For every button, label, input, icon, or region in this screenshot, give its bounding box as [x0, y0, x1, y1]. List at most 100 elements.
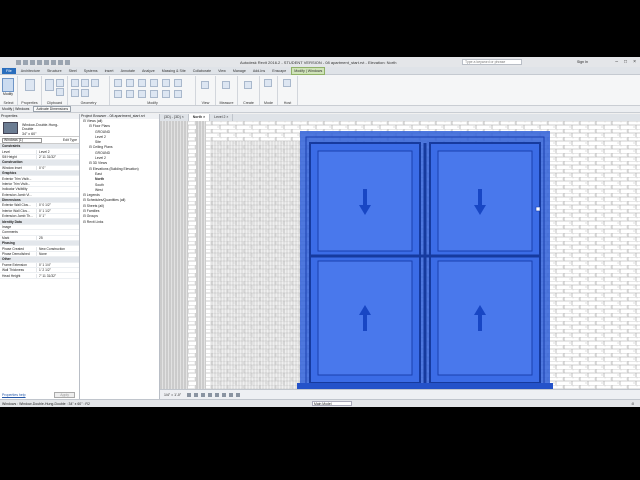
type-selector[interactable]: Window-Double-Hung- Double 34" x 60": [0, 119, 79, 137]
property-value[interactable]: None: [36, 252, 79, 256]
view-tab[interactable]: Level 2 ×: [210, 114, 234, 121]
property-value[interactable]: 7' 11 31/32": [36, 273, 79, 278]
selected-window[interactable]: [297, 131, 553, 389]
tab-analyze[interactable]: Analyze: [140, 68, 157, 74]
property-value[interactable]: 0' 1 1/4": [36, 262, 79, 267]
tab-file[interactable]: File: [2, 67, 16, 74]
move-icon[interactable]: [114, 90, 122, 98]
close-icon[interactable]: ×: [633, 59, 636, 65]
show-crop-icon[interactable]: [222, 392, 227, 397]
search-input[interactable]: Type a keyword or phrase: [462, 59, 522, 65]
tab-view[interactable]: View: [216, 68, 228, 74]
wall-edge: [160, 121, 188, 389]
clipboard-panel-label: Clipboard: [46, 101, 63, 105]
cut-icon[interactable]: [56, 79, 64, 87]
property-value[interactable]: 0' 1 1/2": [36, 208, 79, 213]
paste-icon[interactable]: [45, 79, 54, 91]
split-face-icon[interactable]: [81, 89, 89, 97]
property-name: Extension Jamb Vi...: [2, 192, 32, 197]
property-group-label: Construction: [2, 160, 23, 165]
mirror-axis-icon[interactable]: [138, 79, 146, 87]
property-name: Level: [2, 149, 10, 154]
view-tab[interactable]: {3D} - {3D} ×: [160, 114, 189, 121]
view-scale[interactable]: 1/4" = 1'-0": [164, 393, 181, 397]
properties-help-link[interactable]: Properties help: [2, 393, 26, 397]
crop-view-icon[interactable]: [215, 392, 220, 397]
tab-annotate[interactable]: Annotate: [119, 68, 137, 74]
edit-family-icon[interactable]: [264, 79, 272, 87]
detail-level-icon[interactable]: [187, 392, 192, 397]
browser-item[interactable]: ⊟ Revit Links: [80, 220, 159, 225]
flip-control[interactable]: [535, 206, 541, 212]
property-value[interactable]: 25: [36, 235, 79, 240]
print-icon[interactable]: [44, 59, 49, 65]
cope-icon[interactable]: [71, 79, 79, 87]
tab-manage[interactable]: Manage: [231, 68, 248, 74]
workset-selector[interactable]: Main Model: [312, 401, 352, 406]
pick-new-host-icon[interactable]: [283, 79, 291, 87]
property-name: Window Inset: [2, 165, 22, 170]
trim-icon[interactable]: [174, 79, 182, 87]
scale-icon[interactable]: [162, 90, 170, 98]
save-icon[interactable]: [23, 59, 28, 65]
modify-button[interactable]: Modify: [2, 78, 14, 96]
project-tree: ⊟ Views (all) ⊟ Floor Plans GROUND Level 2S…: [80, 119, 159, 225]
tab-insert[interactable]: Insert: [103, 68, 116, 74]
mirror-draw-icon[interactable]: [150, 79, 158, 87]
selection-filter[interactable]: :0: [631, 402, 634, 406]
maximize-icon[interactable]: □: [624, 59, 627, 65]
text-icon[interactable]: [58, 59, 63, 65]
tab-structure[interactable]: Structure: [45, 68, 64, 74]
properties-icon[interactable]: [25, 79, 35, 91]
offset-icon[interactable]: [126, 79, 134, 87]
temporary-hide-icon[interactable]: [229, 392, 234, 397]
open-icon[interactable]: [16, 59, 21, 65]
tab-steel[interactable]: Steel: [67, 68, 79, 74]
delete-icon[interactable]: [174, 90, 182, 98]
tab-collaborate[interactable]: Collaborate: [191, 68, 213, 74]
activate-dimensions-button[interactable]: Activate Dimensions: [33, 106, 72, 112]
property-value[interactable]: 2' 11 31/32": [36, 154, 79, 159]
hide-in-view-icon[interactable]: [201, 81, 209, 89]
property-value[interactable]: 0' 1": [36, 214, 79, 219]
property-value[interactable]: 1' 2 1/2": [36, 268, 79, 273]
cut-geometry-icon[interactable]: [81, 79, 89, 87]
sign-in-link[interactable]: Sign In: [577, 60, 588, 64]
measure-panel-label: Measure: [219, 101, 234, 105]
view-tabs: {3D} - {3D} × North × Level 2 ×: [160, 114, 640, 121]
view-tab[interactable]: North ×: [188, 114, 211, 121]
join-icon[interactable]: [91, 79, 99, 87]
3d-view-icon[interactable]: [65, 59, 70, 65]
visual-style-icon[interactable]: [194, 392, 199, 397]
tab-massing-site[interactable]: Massing & Site: [160, 68, 188, 74]
sun-path-icon[interactable]: [201, 392, 206, 397]
edit-type-button[interactable]: Edit Type: [63, 138, 77, 142]
split-icon[interactable]: [162, 79, 170, 87]
create-similar-icon[interactable]: [244, 81, 252, 89]
wall-joins-icon[interactable]: [71, 89, 79, 97]
copy-element-icon[interactable]: [126, 90, 134, 98]
property-value[interactable]: New Construction: [36, 246, 79, 251]
apply-button[interactable]: Apply: [54, 392, 75, 398]
copy-icon[interactable]: [56, 88, 64, 96]
property-value[interactable]: Level 2: [36, 149, 79, 154]
tab-architecture[interactable]: Architecture: [19, 68, 42, 74]
property-value[interactable]: 0' 0": [36, 165, 79, 170]
tab-modify-windows[interactable]: Modify | Windows: [291, 66, 326, 75]
measure-tool-icon[interactable]: [222, 81, 230, 89]
instance-selector[interactable]: Windows (1): [2, 137, 42, 143]
property-value[interactable]: 0' 0 1/2": [36, 203, 79, 208]
array-icon[interactable]: [150, 90, 158, 98]
tab-enscape[interactable]: Enscape: [270, 68, 288, 74]
tab-systems[interactable]: Systems: [82, 68, 100, 74]
shadows-icon[interactable]: [208, 392, 213, 397]
rotate-icon[interactable]: [138, 90, 146, 98]
drawing-canvas[interactable]: [160, 121, 640, 389]
align-icon[interactable]: [114, 79, 122, 87]
measure-icon[interactable]: [51, 59, 56, 65]
tab-add-ins[interactable]: Add-Ins: [251, 68, 267, 74]
minimize-icon[interactable]: –: [615, 59, 618, 65]
redo-icon[interactable]: [37, 59, 42, 65]
undo-icon[interactable]: [30, 59, 35, 65]
reveal-hidden-icon[interactable]: [236, 392, 241, 397]
